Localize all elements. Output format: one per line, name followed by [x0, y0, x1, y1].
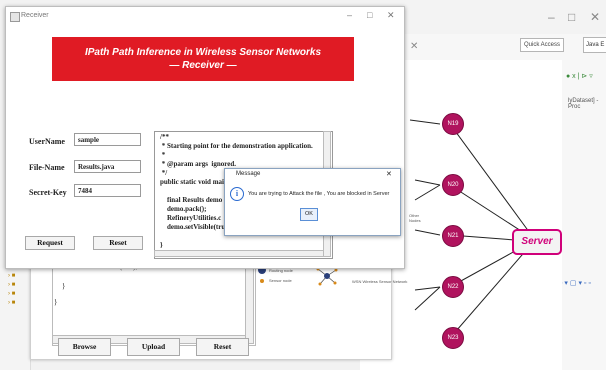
java-perspective-tab[interactable]: Java E	[583, 37, 606, 53]
secretkey-field[interactable]: 7484	[74, 184, 141, 197]
sensor-node-legend: Sensor node	[269, 278, 292, 283]
wsn-legend-icon	[316, 267, 338, 286]
banner-subtitle: — Receiver —	[169, 60, 237, 71]
reset-button[interactable]: Reset	[93, 236, 143, 250]
reset-button-sender[interactable]: Reset	[196, 338, 249, 356]
receiver-banner: IPath Path Inference in Wireless Sensor …	[52, 37, 354, 81]
request-button[interactable]: Request	[25, 236, 75, 250]
filename-field[interactable]: Results.java	[74, 160, 141, 173]
ide-tree-arrows[interactable]: › ■ › ■ › ■ › ■	[8, 272, 15, 308]
node-n19: N19	[442, 113, 464, 135]
dialog-title: Message	[236, 171, 261, 177]
dialog-close-button[interactable]: ✕	[386, 170, 392, 178]
other-nodes-label: Other Nodes	[409, 213, 421, 223]
sender-code-area[interactable]	[52, 265, 256, 346]
dataset-label: lyDataset] - Proc	[568, 98, 599, 110]
secretkey-label: Secret-Key	[29, 188, 67, 197]
ok-button[interactable]: OK	[300, 208, 318, 221]
ide-left-panel	[0, 268, 31, 370]
node-n20: N20	[442, 174, 464, 196]
banner-title: IPath Path Inference in Wireless Sensor …	[84, 47, 322, 58]
upload-button[interactable]: Upload	[127, 338, 180, 356]
ide-maximize-button[interactable]: □	[568, 10, 575, 24]
wsn-legend: WSN Wireless Sensor Network	[352, 279, 408, 284]
content-horizontal-scrollbar[interactable]	[154, 250, 324, 257]
ide-close-button[interactable]: ✕	[590, 10, 600, 24]
ide-toolbar-icons-2[interactable]: ▪ ▾ ▢ ▾ ▫ ▫	[560, 279, 591, 287]
sender-vertical-scrollbar[interactable]	[245, 265, 254, 344]
info-icon: i	[230, 187, 244, 201]
browse-button[interactable]: Browse	[58, 338, 111, 356]
node-n21: N21	[442, 225, 464, 247]
receiver-window-title: Receiver	[21, 12, 49, 19]
receiver-close-button[interactable]: ✕	[387, 10, 395, 21]
sensor-node-legend-icon	[260, 279, 264, 283]
filename-label: File-Name	[29, 163, 65, 172]
quick-access-input[interactable]: Quick Access	[520, 38, 564, 52]
app-icon	[10, 12, 20, 22]
node-n23: N23	[442, 327, 464, 349]
receiver-maximize-button[interactable]: □	[367, 10, 372, 20]
message-dialog	[224, 168, 401, 236]
dialog-message: You are trying to Attack the file , You …	[248, 191, 390, 197]
username-field[interactable]: sample	[74, 133, 141, 146]
username-label: UserName	[29, 137, 65, 146]
receiver-minimize-button[interactable]: –	[347, 10, 352, 20]
ide-minimize-button[interactable]: –	[548, 10, 555, 24]
node-n22: N22	[442, 276, 464, 298]
sender-close-button[interactable]: ✕	[410, 41, 418, 52]
sender-code-line-3: }	[54, 298, 58, 306]
sender-code-line-2: }	[62, 282, 66, 290]
ide-toolbar-icons[interactable]: ● x | ⊳ ▿	[566, 72, 593, 80]
server-node: Server	[512, 229, 562, 255]
